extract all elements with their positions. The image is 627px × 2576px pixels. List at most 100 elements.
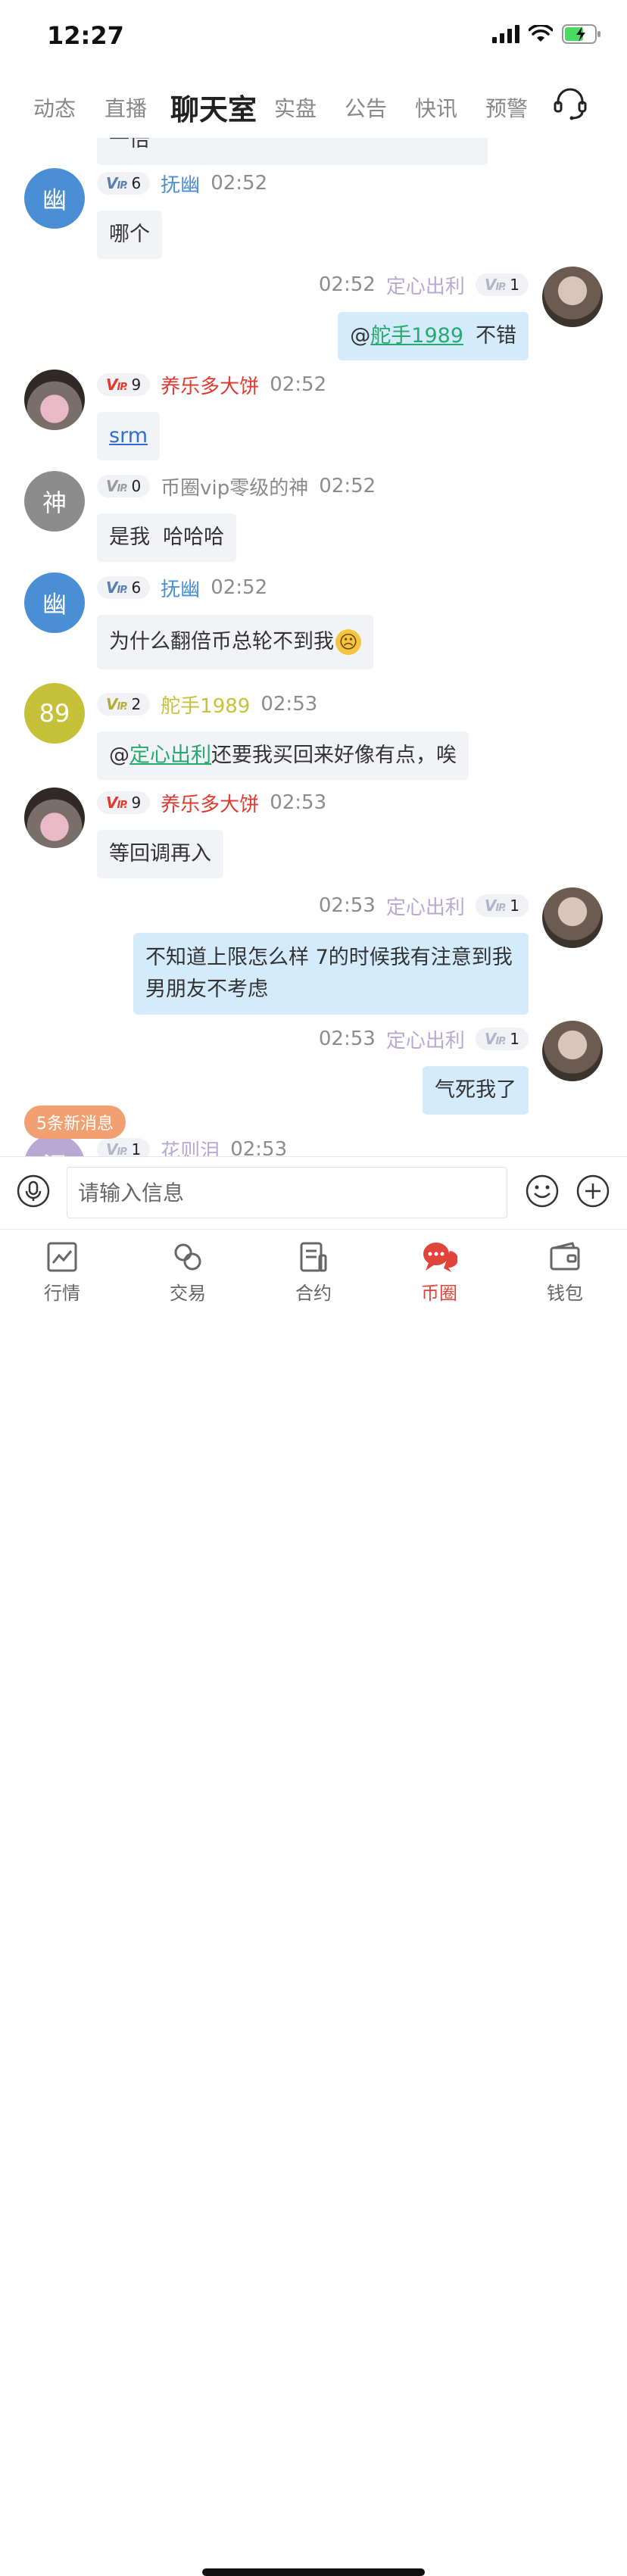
vip-logo-icon: VIP. bbox=[106, 174, 127, 192]
tab-kuaixun[interactable]: 快讯 bbox=[415, 92, 457, 123]
mention-at: @ bbox=[350, 324, 371, 348]
avatar[interactable] bbox=[542, 1021, 603, 1081]
message-bubble[interactable]: 气死我了 bbox=[423, 1066, 529, 1115]
microphone-icon[interactable] bbox=[17, 1174, 50, 1208]
message-input[interactable] bbox=[67, 1167, 507, 1218]
tab-shipan[interactable]: 实盘 bbox=[274, 92, 317, 123]
cellular-signal-icon bbox=[492, 25, 519, 43]
avatar[interactable]: 幽 bbox=[24, 168, 85, 229]
bottom-tab-label: 交易 bbox=[170, 1283, 206, 1304]
tab-zhibo[interactable]: 直播 bbox=[104, 92, 147, 123]
vip-badge: VIP. 9 bbox=[97, 791, 151, 814]
top-nav: 动态 直播 聊天室 实盘 公告 快讯 预警 bbox=[0, 76, 627, 138]
username[interactable]: 定心出利 bbox=[386, 271, 465, 299]
message-text: 气死我了 bbox=[435, 1078, 516, 1102]
message-time: 02:53 bbox=[230, 1138, 288, 1156]
mention-link[interactable]: 定心出利 bbox=[129, 740, 211, 772]
avatar-initial: 89 bbox=[39, 699, 70, 728]
message-bubble[interactable]: @ 定心出利 还要我买回来好像有点，唉 bbox=[97, 731, 469, 780]
message-meta: VIP. 0 币圈vip零级的神 02:52 bbox=[97, 471, 376, 501]
wallet-icon bbox=[550, 1242, 580, 1271]
bottom-tab-jiaoyi[interactable]: 交易 bbox=[142, 1240, 233, 1305]
headset-icon[interactable] bbox=[553, 86, 588, 121]
vip-badge: VIP. 1 bbox=[475, 894, 529, 917]
message-text: 不错 bbox=[476, 324, 516, 348]
avatar[interactable] bbox=[542, 887, 603, 948]
mention-at: @ bbox=[109, 744, 129, 767]
mention-link[interactable]: 舵手1989 bbox=[370, 320, 463, 352]
username[interactable]: 养乐多大饼 bbox=[161, 371, 259, 399]
username[interactable]: 抚幽 bbox=[161, 170, 200, 198]
avatar[interactable] bbox=[542, 267, 603, 327]
tab-dongtai[interactable]: 动态 bbox=[33, 92, 76, 123]
message-text: 哪个 bbox=[109, 223, 150, 246]
bottom-tab-biquan[interactable]: 币圈 bbox=[394, 1240, 485, 1305]
message-meta: VIP. 9 养乐多大饼 02:52 bbox=[97, 370, 326, 400]
frown-emoji-icon: ☹ bbox=[335, 629, 361, 655]
message-meta: 02:53 定心出利 VIP. 1 bbox=[319, 1024, 529, 1054]
message-text: 不知道上限怎么样 7的时候我有注意到我男朋友不考虑 bbox=[145, 946, 513, 1001]
message-bubble[interactable]: 哪个 bbox=[97, 211, 162, 259]
vip-level: 2 bbox=[131, 695, 142, 713]
message-bubble[interactable]: 不知道上限怎么样 7的时候我有注意到我男朋友不考虑 bbox=[133, 933, 529, 1015]
chat-bubbles-icon bbox=[423, 1243, 457, 1272]
username[interactable]: 养乐多大饼 bbox=[161, 789, 259, 817]
message-text: 一倍 bbox=[109, 138, 150, 151]
avatar[interactable] bbox=[24, 787, 85, 848]
vip-logo-icon: VIP. bbox=[106, 579, 127, 597]
message-bubble[interactable]: 是我 哈哈哈 bbox=[97, 513, 237, 562]
message-bubble[interactable]: @ 舵手1989 不错 bbox=[338, 312, 529, 360]
message-text: 等回调再入 bbox=[109, 842, 211, 865]
username[interactable]: 花则泪 bbox=[161, 1136, 220, 1157]
message-meta: VIP. 6 抚幽 02:52 bbox=[97, 168, 267, 198]
bottom-tab-hangqing[interactable]: 行情 bbox=[17, 1240, 108, 1305]
message-time: 02:52 bbox=[211, 576, 268, 599]
avatar[interactable]: 幽 bbox=[24, 572, 85, 633]
message-text: 还要我买回来好像有点，唉 bbox=[211, 744, 457, 767]
username[interactable]: 舵手1989 bbox=[161, 691, 250, 719]
avatar[interactable] bbox=[24, 370, 85, 430]
status-icons bbox=[492, 24, 601, 44]
message-bubble[interactable]: 等回调再入 bbox=[97, 830, 223, 878]
message-time: 02:53 bbox=[260, 693, 318, 716]
message-time: 02:52 bbox=[211, 172, 268, 195]
message-bubble[interactable]: 一倍 bbox=[97, 138, 488, 165]
bottom-tab-label: 币圈 bbox=[421, 1283, 457, 1304]
username[interactable]: 币圈vip零级的神 bbox=[161, 472, 308, 501]
market-chart-icon bbox=[47, 1242, 77, 1272]
username[interactable]: 定心出利 bbox=[386, 892, 465, 920]
emoji-icon[interactable] bbox=[526, 1174, 559, 1208]
message-bubble[interactable]: srm bbox=[97, 412, 160, 460]
message-meta: 02:52 定心出利 VIP. 1 bbox=[319, 270, 529, 300]
avatar-initial: 泪 bbox=[42, 1147, 67, 1156]
vip-badge: VIP. 1 bbox=[475, 1028, 529, 1050]
tab-yujing[interactable]: 预警 bbox=[485, 92, 528, 123]
bottom-tab-qianbao[interactable]: 钱包 bbox=[519, 1240, 610, 1305]
bottom-tab-label: 钱包 bbox=[547, 1283, 583, 1304]
message-time: 02:52 bbox=[270, 373, 327, 396]
home-indicator[interactable] bbox=[202, 2568, 425, 2576]
contract-document-icon bbox=[300, 1242, 327, 1272]
tab-liaotianshi[interactable]: 聊天室 bbox=[170, 86, 257, 128]
message-meta: VIP. 1 花则泪 02:53 bbox=[97, 1134, 287, 1156]
message-bubble[interactable]: 为什么翻倍币总轮不到我 ☹ bbox=[97, 615, 373, 669]
new-messages-badge[interactable]: 5条新消息 bbox=[24, 1106, 126, 1139]
message-time: 02:52 bbox=[318, 273, 376, 296]
bottom-tab-label: 行情 bbox=[44, 1283, 80, 1304]
tab-gonggao[interactable]: 公告 bbox=[345, 92, 387, 123]
chat-list[interactable]: 一倍 幽 VIP. 6 抚幽 02:52 哪个 02:52 定心出利 VIP. … bbox=[0, 138, 627, 1156]
bottom-nav: 行情 交易 合约 币圈 钱包 bbox=[0, 1229, 627, 2576]
avatar[interactable]: 神 bbox=[24, 471, 85, 532]
plus-icon[interactable] bbox=[576, 1174, 610, 1208]
message-link[interactable]: srm bbox=[109, 420, 148, 452]
status-bar: 12:27 bbox=[0, 0, 627, 76]
message-meta: 02:53 定心出利 VIP. 1 bbox=[319, 890, 529, 921]
bottom-tab-heyue[interactable]: 合约 bbox=[268, 1240, 359, 1305]
vip-level: 6 bbox=[131, 579, 142, 597]
username[interactable]: 抚幽 bbox=[161, 574, 200, 602]
vip-badge: VIP. 1 bbox=[97, 1138, 151, 1156]
username[interactable]: 定心出利 bbox=[386, 1025, 465, 1053]
avatar[interactable]: 89 bbox=[24, 683, 85, 744]
bottom-tab-label: 合约 bbox=[295, 1283, 332, 1304]
message-meta: VIP. 9 养乐多大饼 02:53 bbox=[97, 787, 326, 818]
